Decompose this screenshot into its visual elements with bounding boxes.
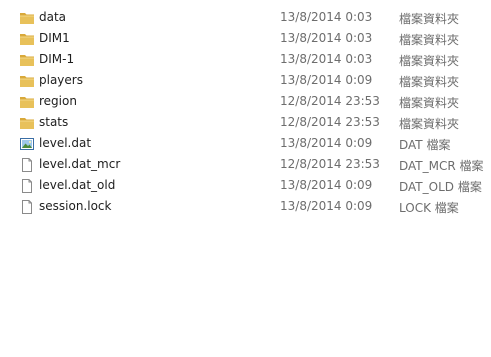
file-name: level.dat_mcr bbox=[39, 157, 121, 171]
file-row-stats[interactable]: stats 12/8/2014 23:53 檔案資料夾 bbox=[0, 112, 491, 133]
folder-icon bbox=[19, 31, 35, 47]
file-date: 13/8/2014 0:03 bbox=[280, 31, 373, 45]
file-list: data 13/8/2014 0:03 檔案資料夾 DIM1 13/8/2014… bbox=[0, 7, 491, 217]
file-type: 檔案資料夾 bbox=[399, 12, 460, 26]
file-type: DAT_MCR 檔案 bbox=[399, 159, 484, 173]
file-type: 檔案資料夾 bbox=[399, 117, 460, 131]
file-type: LOCK 檔案 bbox=[399, 201, 459, 215]
file-name: data bbox=[39, 10, 67, 24]
file-name: level.dat_old bbox=[39, 178, 116, 192]
file-date: 12/8/2014 23:53 bbox=[280, 115, 380, 129]
file-name: region bbox=[39, 94, 77, 108]
file-date: 13/8/2014 0:09 bbox=[280, 199, 373, 213]
file-date: 13/8/2014 0:03 bbox=[280, 10, 373, 24]
folder-icon bbox=[19, 10, 35, 26]
file-name: players bbox=[39, 73, 83, 87]
file-name: DIM1 bbox=[39, 31, 70, 45]
file-type: 檔案資料夾 bbox=[399, 33, 460, 47]
file-row-level-dat-mcr[interactable]: level.dat_mcr 12/8/2014 23:53 DAT_MCR 檔案 bbox=[0, 154, 491, 175]
file-date: 13/8/2014 0:03 bbox=[280, 52, 373, 66]
file-row-level-dat[interactable]: level.dat 13/8/2014 0:09 DAT 檔案 bbox=[0, 133, 491, 154]
file-date: 13/8/2014 0:09 bbox=[280, 178, 373, 192]
blank-file-icon bbox=[19, 199, 35, 215]
file-row-dim-minus-1[interactable]: DIM-1 13/8/2014 0:03 檔案資料夾 bbox=[0, 49, 491, 70]
file-row-region[interactable]: region 12/8/2014 23:53 檔案資料夾 bbox=[0, 91, 491, 112]
file-name: level.dat bbox=[39, 136, 92, 150]
file-type: DAT 檔案 bbox=[399, 138, 451, 152]
file-date: 13/8/2014 0:09 bbox=[280, 73, 373, 87]
file-name: stats bbox=[39, 115, 69, 129]
file-name: DIM-1 bbox=[39, 52, 75, 66]
folder-icon bbox=[19, 73, 35, 89]
folder-icon bbox=[19, 94, 35, 110]
file-type: 檔案資料夾 bbox=[399, 54, 460, 68]
file-type: 檔案資料夾 bbox=[399, 75, 460, 89]
file-row-players[interactable]: players 13/8/2014 0:09 檔案資料夾 bbox=[0, 70, 491, 91]
file-date: 13/8/2014 0:09 bbox=[280, 136, 373, 150]
folder-icon bbox=[19, 52, 35, 68]
file-row-dim1[interactable]: DIM1 13/8/2014 0:03 檔案資料夾 bbox=[0, 28, 491, 49]
blank-file-icon bbox=[19, 178, 35, 194]
file-name: session.lock bbox=[39, 199, 112, 213]
file-type: DAT_OLD 檔案 bbox=[399, 180, 482, 194]
file-date: 12/8/2014 23:53 bbox=[280, 157, 380, 171]
image-file-icon bbox=[19, 136, 35, 152]
file-row-level-dat-old[interactable]: level.dat_old 13/8/2014 0:09 DAT_OLD 檔案 bbox=[0, 175, 491, 196]
folder-icon bbox=[19, 115, 35, 131]
blank-file-icon bbox=[19, 157, 35, 173]
file-row-data[interactable]: data 13/8/2014 0:03 檔案資料夾 bbox=[0, 7, 491, 28]
file-type: 檔案資料夾 bbox=[399, 96, 460, 110]
file-row-session-lock[interactable]: session.lock 13/8/2014 0:09 LOCK 檔案 bbox=[0, 196, 491, 217]
file-date: 12/8/2014 23:53 bbox=[280, 94, 380, 108]
